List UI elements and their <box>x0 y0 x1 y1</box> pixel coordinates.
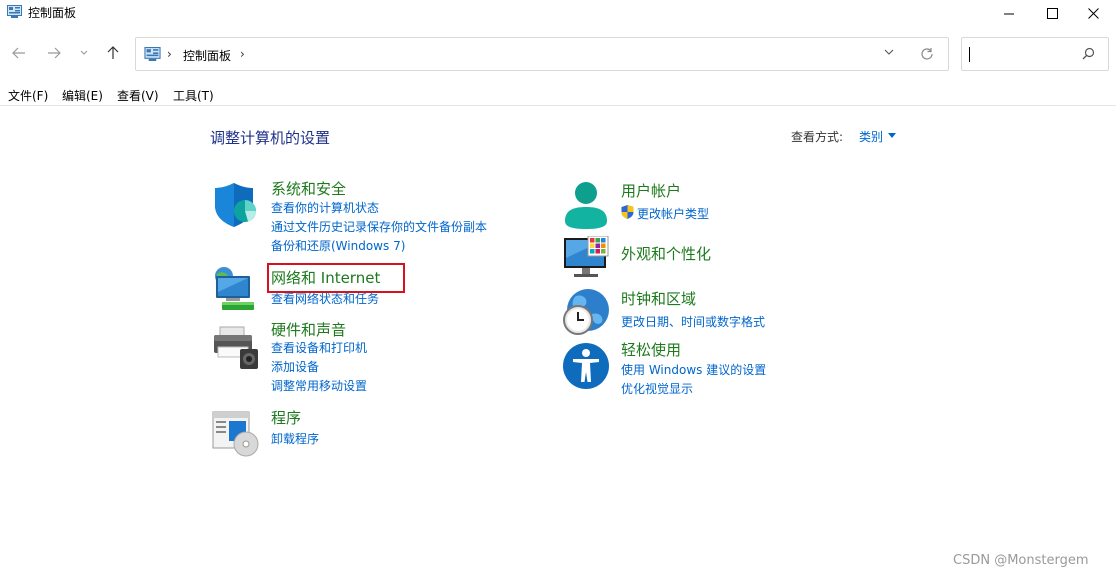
category-title-programs[interactable]: 程序 <box>271 407 301 428</box>
minimize-icon <box>1003 13 1014 14</box>
maximize-icon <box>1046 7 1058 19</box>
link-devices-printers[interactable]: 查看设备和打印机 <box>271 339 367 356</box>
accessibility-icon[interactable] <box>562 342 610 390</box>
breadcrumb-separator[interactable]: › <box>240 47 245 61</box>
menu-edit[interactable]: 编辑(E) <box>62 87 103 104</box>
link-add-device[interactable]: 添加设备 <box>271 358 319 375</box>
watermark: CSDN @Monstergem <box>953 553 1089 568</box>
link-optimize-visual-display[interactable]: 优化视觉显示 <box>621 380 693 397</box>
category-ease-of-access: 轻松使用 使用 Windows 建议的设置 优化视觉显示 <box>562 339 862 396</box>
control-panel-icon <box>7 5 22 18</box>
arrow-right-icon <box>48 47 61 59</box>
menu-tools[interactable]: 工具(T) <box>173 87 214 104</box>
monitor-icon[interactable] <box>562 236 610 284</box>
search-icon[interactable] <box>1082 47 1095 60</box>
refresh-icon[interactable] <box>920 47 934 61</box>
link-file-history[interactable]: 通过文件历史记录保存你的文件备份副本 <box>271 218 487 235</box>
forward-button[interactable] <box>43 42 65 64</box>
back-button[interactable] <box>8 42 30 64</box>
category-title-ease-of-access[interactable]: 轻松使用 <box>621 339 681 360</box>
close-button[interactable] <box>1070 0 1116 26</box>
arrow-up-icon <box>107 46 119 59</box>
link-backup-restore[interactable]: 备份和还原(Windows 7) <box>271 237 405 254</box>
navigation-bar: › 控制面板 › <box>0 34 1116 74</box>
text-caret <box>969 47 970 62</box>
maximize-button[interactable] <box>1029 0 1075 26</box>
triangle-down-icon[interactable] <box>888 133 896 138</box>
up-button[interactable] <box>102 42 124 64</box>
view-by-label: 查看方式: <box>791 130 844 144</box>
link-change-account-type[interactable]: 更改帐户类型 <box>637 205 709 222</box>
control-panel-icon <box>144 47 161 61</box>
address-dropdown-icon[interactable] <box>884 49 894 56</box>
breadcrumb-control-panel[interactable]: 控制面板 <box>183 47 231 64</box>
menu-bar: 文件(F) 编辑(E) 查看(V) 工具(T) <box>0 84 1116 106</box>
breadcrumb-separator[interactable]: › <box>167 47 172 61</box>
category-title-hardware-sound[interactable]: 硬件和声音 <box>271 319 346 340</box>
programs-icon[interactable] <box>212 410 260 458</box>
menu-file[interactable]: 文件(F) <box>8 87 48 104</box>
category-hardware-sound: 硬件和声音 查看设备和打印机 添加设备 调整常用移动设置 <box>212 321 512 397</box>
title-bar: 控制面板 <box>0 0 1116 26</box>
category-programs: 程序 卸载程序 <box>212 407 512 458</box>
clock-globe-icon[interactable] <box>562 288 610 336</box>
network-icon[interactable] <box>212 266 260 314</box>
link-date-time-format[interactable]: 更改日期、时间或数字格式 <box>621 313 765 330</box>
page-title: 调整计算机的设置 <box>210 129 331 147</box>
highlight-box <box>267 263 405 293</box>
link-windows-recommended-settings[interactable]: 使用 Windows 建议的设置 <box>621 361 766 378</box>
address-bar[interactable]: › 控制面板 › <box>135 37 949 71</box>
category-title-appearance[interactable]: 外观和个性化 <box>621 243 711 264</box>
view-by-dropdown[interactable]: 类别 <box>859 128 883 145</box>
shield-icon[interactable] <box>212 181 260 229</box>
recent-locations-button[interactable] <box>74 42 94 64</box>
uac-shield-icon <box>621 205 634 219</box>
search-input[interactable] <box>961 37 1109 71</box>
arrow-left-icon <box>12 47 25 59</box>
link-view-computer-status[interactable]: 查看你的计算机状态 <box>271 199 379 216</box>
printer-icon[interactable] <box>212 325 260 373</box>
category-system-security: 系统和安全 查看你的计算机状态 通过文件历史记录保存你的文件备份副本 备份和还原… <box>212 178 512 257</box>
link-uninstall-program[interactable]: 卸载程序 <box>271 430 319 447</box>
category-title-user-accounts[interactable]: 用户帐户 <box>621 180 681 201</box>
chevron-down-icon <box>80 50 88 55</box>
category-user-accounts: 用户帐户 更改帐户类型 <box>562 181 862 231</box>
link-mobility-settings[interactable]: 调整常用移动设置 <box>271 377 367 394</box>
user-icon[interactable] <box>562 181 610 229</box>
window-title: 控制面板 <box>28 6 77 20</box>
category-title-clock-region[interactable]: 时钟和区域 <box>621 288 696 309</box>
minimize-button[interactable] <box>986 0 1032 26</box>
menu-view[interactable]: 查看(V) <box>117 87 159 104</box>
category-clock-region: 时钟和区域 更改日期、时间或数字格式 <box>562 288 862 336</box>
category-appearance: 外观和个性化 <box>562 236 862 280</box>
category-title-system-security[interactable]: 系统和安全 <box>271 178 346 199</box>
close-icon <box>1087 7 1099 19</box>
